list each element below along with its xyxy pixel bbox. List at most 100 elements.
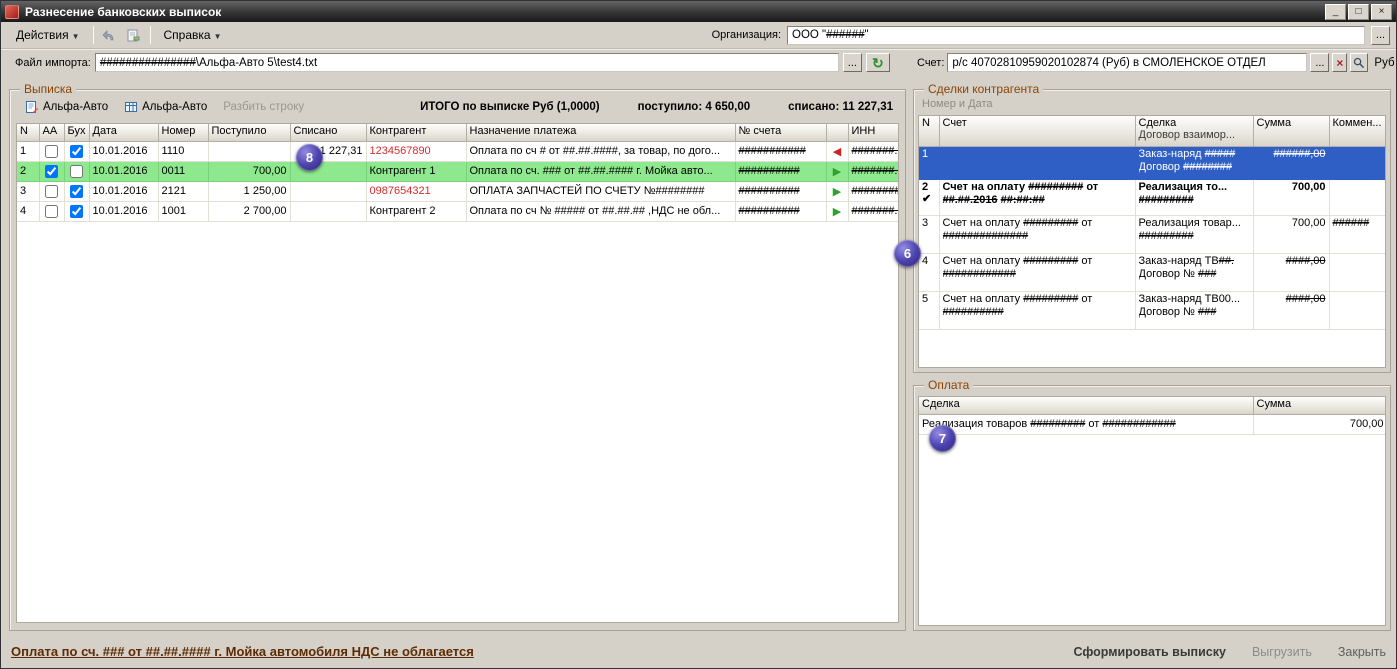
app-icon <box>5 4 19 19</box>
export-icon <box>127 29 140 41</box>
export-icon-button[interactable] <box>122 25 146 46</box>
direction-arrow-icon: ▶ <box>832 185 842 198</box>
callout-badge-8: 8 <box>296 144 323 171</box>
undo-icon-button[interactable] <box>98 25 122 46</box>
search-icon <box>1354 57 1365 68</box>
col-header-comment[interactable]: Коммен... <box>1329 116 1385 147</box>
aa-checkbox[interactable] <box>45 204 58 218</box>
organization-input[interactable]: ООО " ###### " <box>787 25 1365 45</box>
col-header-written[interactable]: Списано <box>290 124 367 142</box>
buh-checkbox[interactable] <box>70 184 83 198</box>
separator <box>92 26 94 44</box>
sum-cell: 700,00 <box>1253 414 1385 435</box>
date-cell: 10.01.2016 <box>89 181 159 202</box>
row-number: 1 <box>17 141 40 162</box>
buh-checkbox[interactable] <box>70 164 83 178</box>
col-header-number[interactable]: Номер <box>158 124 209 142</box>
row-number: 4 <box>17 201 40 222</box>
alfa-auto-table-button[interactable]: Альфа-Авто <box>117 97 214 117</box>
col-header-account[interactable]: Счет <box>939 116 1136 147</box>
account-clear-button[interactable]: × <box>1332 53 1348 72</box>
col-header-purpose[interactable]: Назначение платежа <box>466 124 736 142</box>
menu-help[interactable]: Справка ▼ <box>155 24 231 46</box>
payment-row-1[interactable]: Реализация товаров ######### от ########… <box>919 414 1385 435</box>
account-input[interactable]: р/с 40702810959020102874 (Руб) в СМОЛЕНС… <box>947 53 1308 72</box>
close-form-button[interactable]: Закрыть <box>1338 645 1386 659</box>
col-header-received[interactable]: Поступило <box>208 124 291 142</box>
comment-cell <box>1329 291 1385 330</box>
deal-row-1-selected[interactable]: 1 Заказ-наряд ##### Договор ######## ###… <box>919 146 1385 180</box>
statement-row-3[interactable]: 3 10.01.2016 2121 1 250,00 0987654321 ОП… <box>17 181 898 202</box>
generate-statement-button[interactable]: Сформировать выписку <box>1073 645 1225 659</box>
deal-row-5[interactable]: 5 Счет на оплату ######### от ##########… <box>919 291 1385 330</box>
account-search-button[interactable] <box>1350 53 1369 72</box>
clear-icon: × <box>1336 55 1344 70</box>
organization-ellipsis-button[interactable]: ... <box>1371 25 1390 45</box>
row-number: 3 <box>922 216 929 229</box>
account-number-cell: ########## <box>735 181 827 202</box>
deals-subtitle: Номер и Дата <box>922 98 993 110</box>
number-cell: 1001 <box>158 201 209 222</box>
organization-label: Организация: <box>711 29 781 41</box>
col-header-n[interactable]: N <box>17 124 40 142</box>
invoice-cell: Счет на оплату ######### от <box>942 254 1093 267</box>
chevron-down-icon: ▼ <box>71 32 80 41</box>
col-header-n[interactable]: N <box>919 116 940 147</box>
deal-cell: Заказ-наряд ТВ00... <box>1138 292 1241 305</box>
close-button[interactable]: × <box>1371 3 1392 20</box>
row-number: 2 <box>17 161 40 182</box>
statement-row-2-selected[interactable]: 2 10.01.2016 0011 700,00 Контрагент 1 Оп… <box>17 161 898 182</box>
menu-actions[interactable]: Действия ▼ <box>7 24 89 46</box>
minimize-button[interactable]: _ <box>1325 3 1346 20</box>
aa-checkbox[interactable] <box>45 184 58 198</box>
sum-cell: ####,00 <box>1253 291 1330 330</box>
deals-table: N Счет Сделка Договор взаимор... Сумма К… <box>918 115 1386 368</box>
import-cluster: Файл импорта: ############### \Альфа-Авто… <box>15 53 890 72</box>
purpose-cell: Оплата по сч № ##### от ##.##.## ,НДС не… <box>466 201 736 222</box>
col-header-buh[interactable]: Бух <box>64 124 90 142</box>
import-file-input[interactable]: ############### \Альфа-Авто 5\test4.txt <box>94 53 839 72</box>
col-header-date[interactable]: Дата <box>89 124 159 142</box>
export-button[interactable]: Выгрузить <box>1252 645 1312 659</box>
col-header-arrow[interactable] <box>826 124 849 142</box>
refresh-icon: ↻ <box>871 54 884 71</box>
account-ellipsis-button[interactable]: ... <box>1310 53 1330 72</box>
aa-checkbox[interactable] <box>45 164 58 178</box>
split-row-button[interactable]: Разбить строку <box>216 98 311 116</box>
col-header-sum[interactable]: Сумма <box>1253 116 1330 147</box>
direction-arrow-icon: ▶ <box>832 165 842 178</box>
statement-row-4[interactable]: 4 10.01.2016 1001 2 700,00 Контрагент 2 … <box>17 201 898 222</box>
purpose-cell: Оплата по сч # от ##.##.####, за товар, … <box>466 141 736 162</box>
deal-row-2-matched[interactable]: 2 ✔ Счет на оплату ######### от ##.##.20… <box>919 179 1385 216</box>
callout-badge-7: 7 <box>929 425 956 452</box>
contractor-cell: 1234567890 <box>366 141 467 162</box>
total-label: ИТОГО по выписке Руб (1,0000) <box>420 101 600 113</box>
invoice-cell: Счет на оплату ######### от <box>942 216 1093 229</box>
inn-cell: #######.. <box>848 141 898 162</box>
col-header-sum[interactable]: Сумма <box>1253 397 1385 415</box>
col-header-deal[interactable]: Сделка <box>919 397 1254 415</box>
col-header-contractor[interactable]: Контрагент <box>366 124 467 142</box>
col-header-inn[interactable]: ИНН <box>848 124 898 142</box>
import-file-ellipsis-button[interactable]: ... <box>842 53 862 72</box>
buh-checkbox[interactable] <box>70 204 83 218</box>
col-header-aa[interactable]: АА <box>39 124 65 142</box>
written-cell <box>290 181 367 202</box>
buh-checkbox[interactable] <box>70 144 83 158</box>
reload-file-button[interactable]: ↻ <box>865 53 890 72</box>
number-cell: 1110 <box>158 141 209 162</box>
col-header-deal[interactable]: Сделка Договор взаимор... <box>1135 116 1254 147</box>
footer-buttons: Сформировать выписку Выгрузить Закрыть <box>1073 645 1386 659</box>
row-number: 5 <box>922 292 929 305</box>
aa-checkbox[interactable] <box>45 144 58 158</box>
received-cell <box>208 141 291 162</box>
alfa-auto-load-button[interactable]: Альфа-Авто <box>18 97 115 117</box>
col-header-account[interactable]: № счета <box>735 124 827 142</box>
deal-row-3[interactable]: 3 Счет на оплату ######### от ##########… <box>919 215 1385 254</box>
comment-cell: ###### <box>1329 215 1385 254</box>
statement-row-1[interactable]: 1 10.01.2016 1110 11 227,31 1234567890 О… <box>17 141 898 162</box>
direction-arrow-icon: ◀ <box>832 145 842 158</box>
deal-row-4[interactable]: 4 Счет на оплату ######### от ##########… <box>919 253 1385 292</box>
maximize-button[interactable]: □ <box>1348 3 1369 20</box>
row-number: 1 <box>922 147 929 160</box>
